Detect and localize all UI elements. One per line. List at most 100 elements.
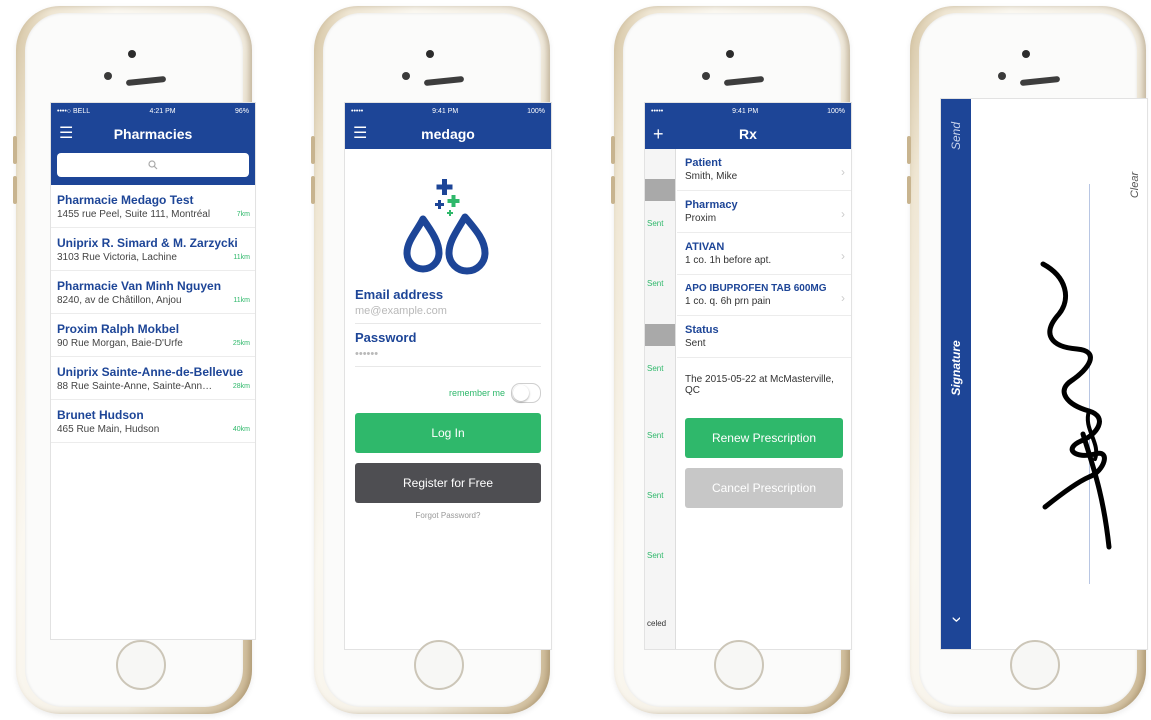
screen-login: ••••• 9:41 PM 100% ☰ medago Email addres… (344, 102, 552, 650)
side-button (311, 136, 315, 164)
time-text: 9:41 PM (432, 107, 459, 115)
home-button[interactable] (116, 640, 166, 690)
status-label: Sent (647, 219, 664, 228)
rx-row-heading: APO IBUPROFEN TAB 600MG (685, 283, 827, 294)
battery-text: 100% (827, 107, 845, 115)
home-button[interactable] (414, 640, 464, 690)
toggle-knob (513, 385, 529, 401)
screen-pharmacies: ••••○ BELL 4:21 PM 96% ☰ Pharmacies Phar… (50, 102, 256, 640)
rx-row-heading: ATIVAN (685, 241, 725, 253)
medago-logo (345, 171, 551, 281)
chevron-right-icon: › (841, 207, 845, 221)
background-list-strip: Sent Sent Sent Sent Sent Sent celed (645, 149, 676, 649)
medago-logo-icon (403, 179, 489, 275)
pharmacy-name: Uniprix Sainte-Anne-de-Bellevue (57, 365, 244, 379)
chevron-down-icon[interactable]: ‹ (946, 617, 967, 623)
battery-text: 100% (527, 107, 545, 115)
password-label: Password (355, 330, 417, 345)
side-button (907, 136, 911, 164)
front-camera (128, 50, 136, 58)
pharmacy-address: 8240, av de Châtillon, Anjou (57, 295, 182, 306)
list-section-bar (645, 179, 675, 201)
rx-note-text: The 2015-05-22 at McMasterville, QC (685, 374, 834, 396)
register-button[interactable]: Register for Free (355, 463, 541, 503)
pharmacy-list-item[interactable]: Uniprix R. Simard & M. Zarzycki 3103 Rue… (51, 228, 255, 271)
status-bar: ••••• 9:41 PM 100% (645, 103, 851, 119)
rx-detail-row[interactable]: ATIVAN 1 co. 1h before apt. › (677, 233, 851, 275)
carrier-text: ••••• (351, 107, 364, 115)
rx-row-value: Smith, Mike (685, 171, 738, 182)
screen-rx: ••••• 9:41 PM 100% + Rx Sent Sent Sent S… (644, 102, 852, 650)
pharmacy-address: 88 Rue Sainte-Anne, Sainte-Anne-de-Bell.… (57, 381, 217, 392)
signature-drawing[interactable] (971, 99, 1147, 649)
status-label: Sent (647, 551, 664, 560)
add-icon[interactable]: + (653, 125, 664, 143)
login-button[interactable]: Log In (355, 413, 541, 453)
status-label: celed (647, 619, 667, 628)
forgot-password-link[interactable]: Forgot Password? (345, 511, 551, 520)
proximity-sensor (702, 72, 710, 80)
battery-text: 96% (234, 107, 249, 115)
renew-prescription-button[interactable]: Renew Prescription (685, 418, 843, 458)
status-label: Sent (647, 279, 664, 288)
password-field[interactable]: Password •••••• (355, 324, 541, 367)
password-placeholder: •••••• (355, 348, 379, 360)
pharmacy-distance: 25km (232, 340, 250, 347)
side-button (611, 136, 615, 164)
rx-row-value: Sent (685, 338, 706, 349)
pharmacy-distance: 11km (233, 297, 250, 304)
send-button[interactable]: Send (949, 122, 963, 150)
rx-detail-row[interactable]: Patient Smith, Mike › (677, 149, 851, 191)
home-button[interactable] (714, 640, 764, 690)
search-input[interactable] (57, 153, 249, 177)
status-bar: ••••○ BELL 4:21 PM 96% (51, 103, 255, 119)
proximity-sensor (104, 72, 112, 80)
rx-detail-row[interactable]: APO IBUPROFEN TAB 600MG 1 co. q. 6h prn … (677, 275, 851, 316)
pharmacy-address: 465 Rue Main, Hudson (57, 424, 160, 435)
pharmacy-name: Pharmacie Van Minh Nguyen (57, 279, 222, 293)
list-section-bar (645, 324, 675, 346)
time-text: 4:21 PM (149, 107, 176, 115)
side-button (13, 136, 17, 164)
rx-detail-panel: Patient Smith, Mike › Pharmacy Proxim › … (677, 149, 851, 649)
pharmacy-name: Uniprix R. Simard & M. Zarzycki (57, 236, 238, 250)
pharmacy-address: 90 Rue Morgan, Baie-D'Urfe (57, 338, 183, 349)
pharmacy-name: Pharmacie Medago Test (57, 193, 194, 207)
side-button (611, 176, 615, 204)
rx-row-value: 1 co. 1h before apt. (685, 255, 772, 266)
front-camera (426, 50, 434, 58)
proximity-sensor (998, 72, 1006, 80)
remember-me-toggle[interactable] (511, 383, 541, 403)
pharmacy-list-item[interactable]: Uniprix Sainte-Anne-de-Bellevue 88 Rue S… (51, 357, 255, 400)
side-button (13, 176, 17, 204)
pharmacy-list-item[interactable]: Pharmacie Medago Test 1455 rue Peel, Sui… (51, 185, 255, 228)
rx-note: The 2015-05-22 at McMasterville, QC (677, 358, 851, 404)
pharmacy-list-item[interactable]: Proxim Ralph Mokbel 90 Rue Morgan, Baie-… (51, 314, 255, 357)
status-label: Sent (647, 431, 664, 440)
cancel-prescription-button[interactable]: Cancel Prescription (685, 468, 843, 508)
page-title: Rx (739, 126, 757, 142)
email-placeholder: me@example.com (355, 305, 447, 317)
pharmacy-distance: 7km (236, 211, 250, 218)
status-label: Sent (647, 364, 664, 373)
rx-row-value: Proxim (685, 213, 717, 224)
front-camera (726, 50, 734, 58)
phone-login: ••••• 9:41 PM 100% ☰ medago Email addres… (311, 6, 552, 714)
side-button (907, 176, 911, 204)
time-text: 9:41 PM (732, 107, 759, 115)
status-label: Sent (647, 491, 664, 500)
page-title: Pharmacies (113, 126, 193, 142)
hamburger-menu-icon[interactable]: ☰ (353, 126, 367, 142)
pharmacy-list-item[interactable]: Brunet Hudson 465 Rue Main, Hudson 40km (51, 400, 255, 443)
remember-me-row: remember me (355, 383, 541, 403)
search-bar (51, 149, 255, 185)
phone-signature: Send Signature ‹ Clear (907, 6, 1148, 714)
signature-sidebar: Send Signature ‹ (941, 99, 971, 649)
nav-bar: ☰ Pharmacies (51, 119, 255, 149)
rx-detail-row[interactable]: Pharmacy Proxim › (677, 191, 851, 233)
home-button[interactable] (1010, 640, 1060, 690)
hamburger-menu-icon[interactable]: ☰ (59, 126, 73, 142)
pharmacy-list-item[interactable]: Pharmacie Van Minh Nguyen 8240, av de Ch… (51, 271, 255, 314)
email-field[interactable]: Email address me@example.com (355, 281, 541, 324)
side-button (311, 176, 315, 204)
